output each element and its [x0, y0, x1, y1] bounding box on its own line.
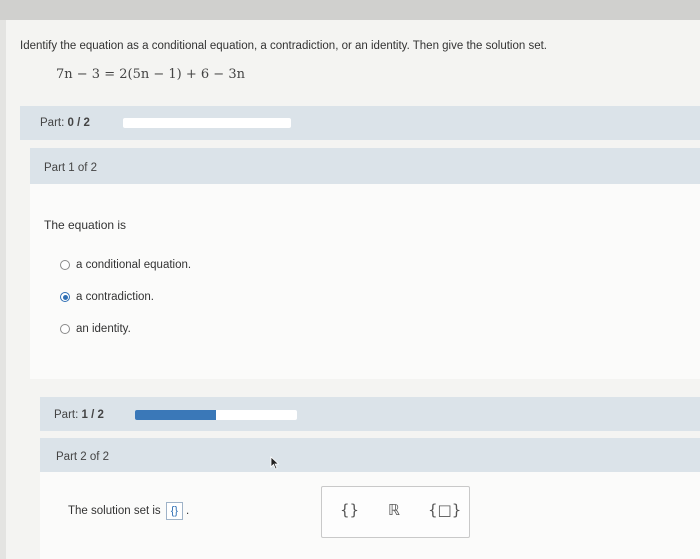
progress-value-mid: 1 / 2: [81, 409, 104, 421]
solution-set-input[interactable]: {}: [165, 502, 184, 520]
progress-label-top: Part: 0 / 2: [40, 117, 90, 129]
progress-band-top: Part: 0 / 2: [20, 106, 700, 140]
progress-label-mid: Part: 1 / 2: [54, 409, 104, 421]
problem-equation: 7n − 3 = 2(5n − 1) + 6 − 3n: [56, 67, 245, 82]
math-palette: {} ℝ {□}: [321, 486, 470, 538]
top-bar: [0, 0, 700, 20]
problem-page: Identify the equation as a conditional e…: [6, 20, 700, 559]
part2-answer-line: The solution set is {} .: [68, 502, 189, 520]
equation-lhs: 7n − 3: [56, 67, 101, 82]
radio-conditional[interactable]: [60, 260, 70, 270]
part1-card: The equation is a conditional equation. …: [30, 184, 700, 379]
equation-rhs: 2(5n − 1) + 6 − 3n: [119, 67, 245, 82]
option-conditional-equation[interactable]: a conditional equation.: [60, 259, 191, 271]
option-identity[interactable]: an identity.: [60, 323, 131, 335]
progress-bar-mid: [135, 410, 297, 420]
part2-title: Part 2 of 2: [56, 451, 110, 463]
radio-identity[interactable]: [60, 324, 70, 334]
radio-contradiction-selected[interactable]: [60, 292, 70, 302]
progress-value-top: 0 / 2: [67, 117, 90, 129]
problem-prompt: Identify the equation as a conditional e…: [20, 40, 548, 52]
option-label: an identity.: [76, 323, 131, 335]
option-contradiction[interactable]: a contradiction.: [60, 291, 154, 303]
real-numbers-button[interactable]: ℝ: [388, 501, 400, 519]
option-label: a conditional equation.: [76, 259, 192, 271]
empty-set-button[interactable]: {}: [340, 501, 359, 519]
option-label: a contradiction.: [76, 291, 154, 303]
progress-fill-mid: [135, 410, 216, 420]
part1-title: Part 1 of 2: [44, 162, 98, 174]
part1-question: The equation is: [44, 218, 127, 232]
progress-band-mid: Part: 1 / 2: [40, 397, 700, 431]
part2-header[interactable]: Part 2 of 2: [40, 438, 700, 472]
solution-set-label: The solution set is: [68, 505, 161, 517]
equals-sign: =: [104, 67, 120, 82]
answer-period: .: [186, 505, 190, 517]
part1-header[interactable]: Part 1 of 2: [30, 148, 700, 184]
mouse-cursor-icon: [270, 456, 280, 470]
progress-bar-top: [123, 118, 291, 128]
set-builder-button[interactable]: {□}: [428, 501, 461, 519]
